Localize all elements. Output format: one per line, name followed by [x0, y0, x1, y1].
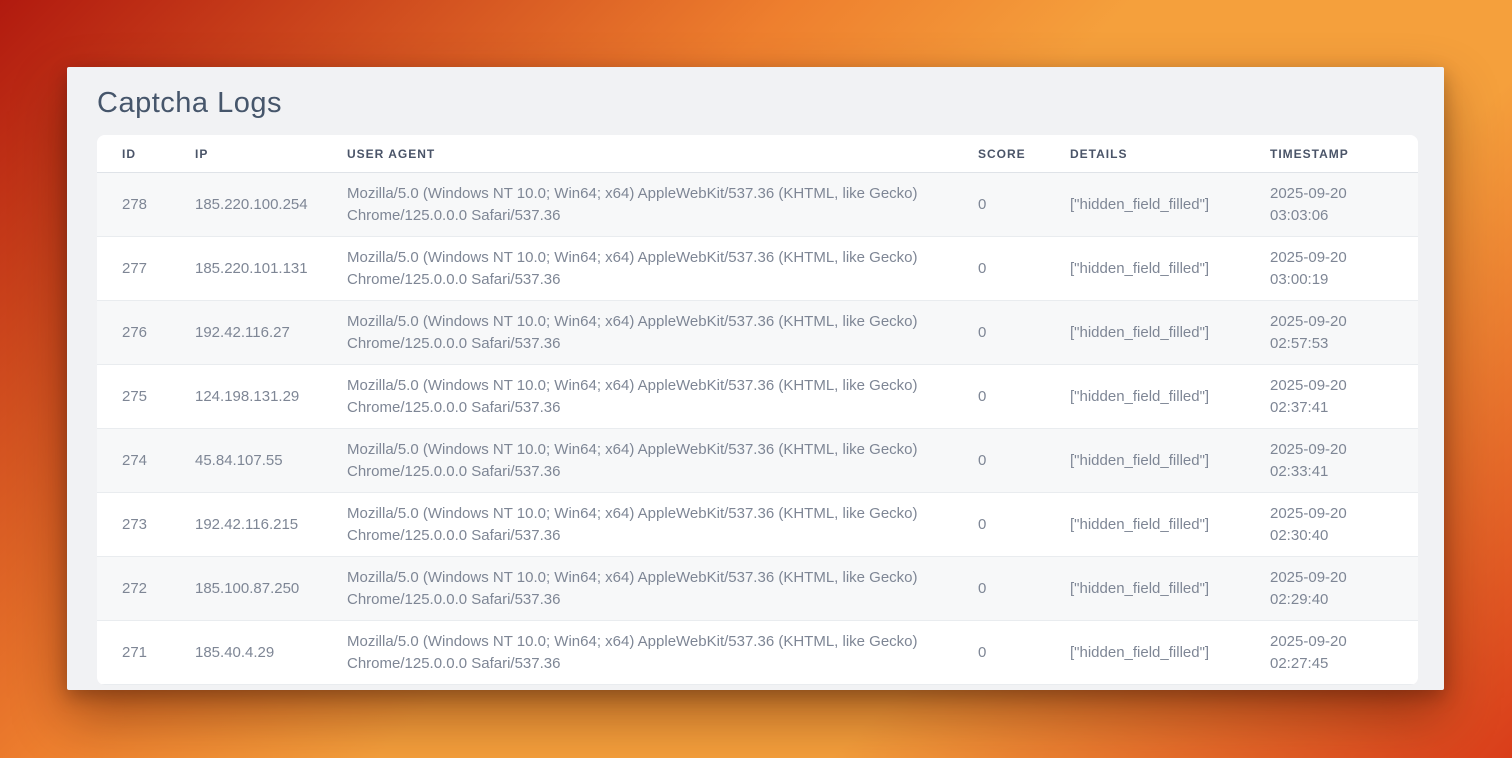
table-row: 271 185.40.4.29 Mozilla/5.0 (Windows NT …	[97, 621, 1418, 685]
cell-details: ["hidden_field_filled"]	[1045, 301, 1245, 365]
cell-user-agent: Mozilla/5.0 (Windows NT 10.0; Win64; x64…	[322, 237, 953, 301]
table-row: 275 124.198.131.29 Mozilla/5.0 (Windows …	[97, 365, 1418, 429]
cell-id: 277	[97, 237, 170, 301]
log-table-header: ID IP USER AGENT SCORE DETAILS TIMESTAMP	[97, 135, 1418, 173]
cell-user-agent: Mozilla/5.0 (Windows NT 10.0; Win64; x64…	[322, 173, 953, 237]
cell-score: 0	[953, 173, 1045, 237]
cell-details: ["hidden_field_filled"]	[1045, 365, 1245, 429]
cell-user-agent: Mozilla/5.0 (Windows NT 10.0; Win64; x64…	[322, 429, 953, 493]
cell-timestamp: 2025-09-20 02:33:41	[1245, 429, 1418, 493]
column-header-timestamp: TIMESTAMP	[1245, 135, 1418, 173]
cell-id: 271	[97, 621, 170, 685]
table-row: 272 185.100.87.250 Mozilla/5.0 (Windows …	[97, 557, 1418, 621]
cell-ip: 185.220.100.254	[170, 173, 322, 237]
cell-id: 275	[97, 365, 170, 429]
header-row: ID IP USER AGENT SCORE DETAILS TIMESTAMP	[97, 135, 1418, 173]
column-header-details: DETAILS	[1045, 135, 1245, 173]
cell-ip: 192.42.116.27	[170, 301, 322, 365]
cell-details: ["hidden_field_filled"]	[1045, 173, 1245, 237]
table-row: 274 45.84.107.55 Mozilla/5.0 (Windows NT…	[97, 429, 1418, 493]
cell-details: ["hidden_field_filled"]	[1045, 557, 1245, 621]
column-header-ip: IP	[170, 135, 322, 173]
cell-timestamp: 2025-09-20 02:29:40	[1245, 557, 1418, 621]
column-header-user-agent: USER AGENT	[322, 135, 953, 173]
cell-timestamp: 2025-09-20 02:27:45	[1245, 621, 1418, 685]
cell-timestamp: 2025-09-20 02:57:53	[1245, 301, 1418, 365]
cell-timestamp: 2025-09-20 03:03:06	[1245, 173, 1418, 237]
cell-score: 0	[953, 237, 1045, 301]
cell-user-agent: Mozilla/5.0 (Windows NT 10.0; Win64; x64…	[322, 365, 953, 429]
cell-score: 0	[953, 621, 1045, 685]
cell-id: 272	[97, 557, 170, 621]
table-row: 278 185.220.100.254 Mozilla/5.0 (Windows…	[97, 173, 1418, 237]
table-row: 273 192.42.116.215 Mozilla/5.0 (Windows …	[97, 493, 1418, 557]
cell-timestamp: 2025-09-20 03:00:19	[1245, 237, 1418, 301]
cell-user-agent: Mozilla/5.0 (Windows NT 10.0; Win64; x64…	[322, 621, 953, 685]
cell-user-agent: Mozilla/5.0 (Windows NT 10.0; Win64; x64…	[322, 493, 953, 557]
cell-ip: 124.198.131.29	[170, 365, 322, 429]
column-header-score: SCORE	[953, 135, 1045, 173]
cell-ip: 185.100.87.250	[170, 557, 322, 621]
cell-score: 0	[953, 493, 1045, 557]
cell-id: 273	[97, 493, 170, 557]
cell-score: 0	[953, 429, 1045, 493]
cell-details: ["hidden_field_filled"]	[1045, 621, 1245, 685]
table-row: 277 185.220.101.131 Mozilla/5.0 (Windows…	[97, 237, 1418, 301]
page-background: Captcha Logs ID IP USER AGENT SCORE	[0, 0, 1512, 758]
cell-id: 276	[97, 301, 170, 365]
captcha-logs-card: Captcha Logs ID IP USER AGENT SCORE	[67, 67, 1444, 690]
cell-ip: 45.84.107.55	[170, 429, 322, 493]
cell-details: ["hidden_field_filled"]	[1045, 237, 1245, 301]
cell-ip: 192.42.116.215	[170, 493, 322, 557]
cell-id: 274	[97, 429, 170, 493]
cell-timestamp: 2025-09-20 02:37:41	[1245, 365, 1418, 429]
column-header-id: ID	[97, 135, 170, 173]
log-table-container: ID IP USER AGENT SCORE DETAILS TIMESTAMP…	[97, 135, 1418, 685]
cell-id: 278	[97, 173, 170, 237]
log-table-body: 278 185.220.100.254 Mozilla/5.0 (Windows…	[97, 173, 1418, 685]
cell-user-agent: Mozilla/5.0 (Windows NT 10.0; Win64; x64…	[322, 301, 953, 365]
cell-ip: 185.40.4.29	[170, 621, 322, 685]
cell-score: 0	[953, 301, 1045, 365]
table-row: 276 192.42.116.27 Mozilla/5.0 (Windows N…	[97, 301, 1418, 365]
cell-ip: 185.220.101.131	[170, 237, 322, 301]
cell-score: 0	[953, 557, 1045, 621]
cell-details: ["hidden_field_filled"]	[1045, 493, 1245, 557]
cell-timestamp: 2025-09-20 02:30:40	[1245, 493, 1418, 557]
cell-user-agent: Mozilla/5.0 (Windows NT 10.0; Win64; x64…	[322, 557, 953, 621]
cell-score: 0	[953, 365, 1045, 429]
log-table: ID IP USER AGENT SCORE DETAILS TIMESTAMP…	[97, 135, 1418, 685]
page-title: Captcha Logs	[67, 67, 1444, 135]
cell-details: ["hidden_field_filled"]	[1045, 429, 1245, 493]
